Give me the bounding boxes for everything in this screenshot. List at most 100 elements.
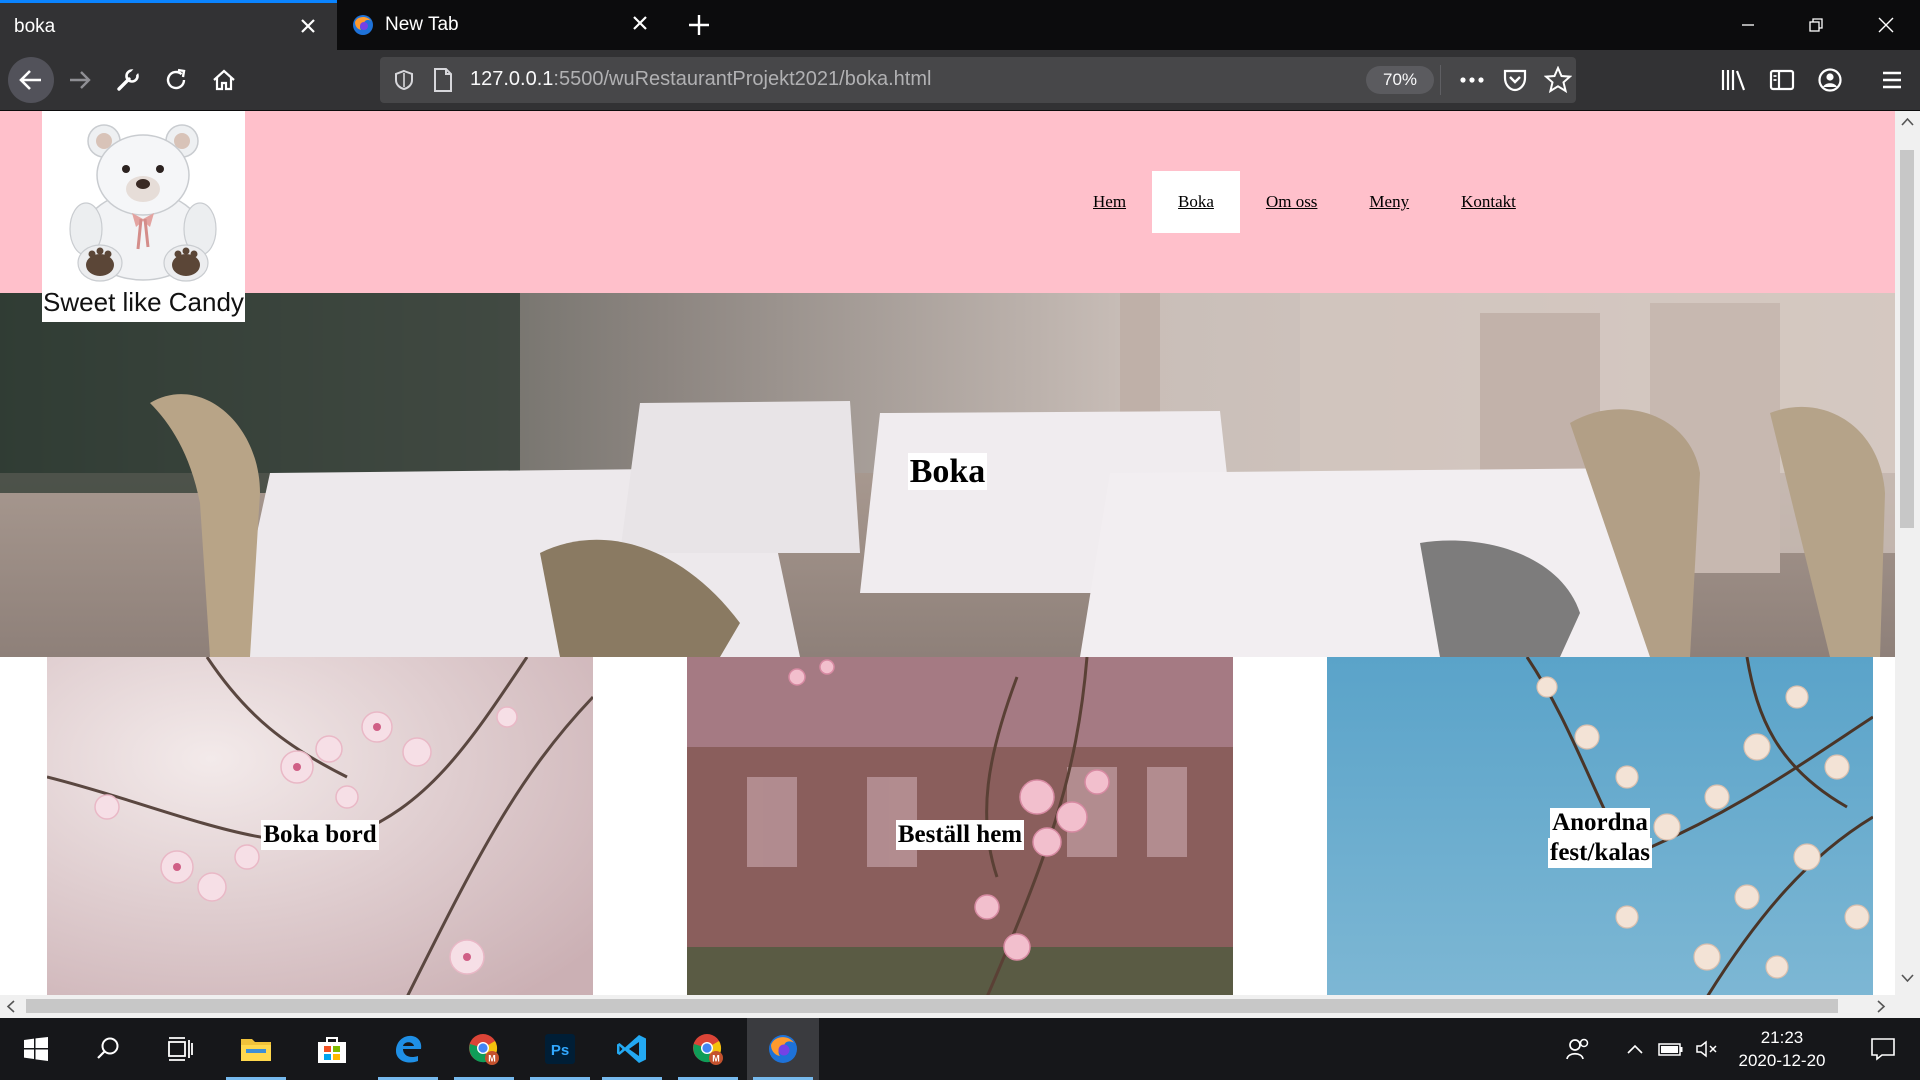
store-bag-icon	[318, 1037, 346, 1063]
start-button[interactable]	[0, 1018, 72, 1080]
hero-banner: Boka	[0, 293, 1895, 657]
battery-icon	[1658, 1043, 1683, 1056]
sidebar-button[interactable]	[1766, 64, 1798, 96]
bookmark-star-icon[interactable]	[1544, 66, 1572, 94]
card-bestall-hem[interactable]: Beställ hem	[687, 657, 1233, 997]
windows-logo-icon	[24, 1037, 48, 1061]
photoshop-icon: Ps	[545, 1034, 575, 1064]
hero-title: Boka	[907, 453, 988, 490]
tab-strip: boka New Tab	[0, 0, 1920, 50]
tab-title: New Tab	[385, 14, 459, 35]
logo-text: Sweet like Candy	[43, 287, 244, 317]
browser-toolbar: 127.0.0.1:5500/wuRestaurantProjekt2021/b…	[0, 50, 1920, 111]
page-viewport: Hem Boka Om oss Meny Kontakt Sweet like …	[0, 111, 1920, 1018]
hamburger-menu-icon	[1883, 71, 1901, 89]
forward-arrow-icon	[70, 71, 91, 89]
chevron-up-icon	[1627, 1044, 1643, 1054]
task-view-button[interactable]	[144, 1018, 216, 1080]
site-nav: Hem Boka Om oss Meny Kontakt	[1067, 171, 1542, 233]
tracking-shield-icon[interactable]	[392, 68, 416, 92]
vertical-scrollbar-thumb[interactable]	[1900, 150, 1914, 528]
tab-boka[interactable]: boka	[0, 0, 337, 50]
devtools-button[interactable]	[112, 64, 144, 96]
scroll-left-arrow-icon[interactable]	[6, 1000, 16, 1013]
back-button[interactable]	[8, 57, 54, 103]
more-actions-icon[interactable]	[1458, 69, 1486, 91]
close-window-button[interactable]	[1852, 0, 1920, 50]
nav-link-meny[interactable]: Meny	[1343, 171, 1435, 233]
account-button[interactable]	[1814, 64, 1846, 96]
card-boka-bord[interactable]: Boka bord	[47, 657, 593, 997]
file-explorer-button[interactable]	[220, 1018, 292, 1080]
url-text[interactable]: 127.0.0.1:5500/wuRestaurantProjekt2021/b…	[470, 68, 931, 91]
close-tab-icon[interactable]	[297, 15, 319, 37]
forward-button[interactable]	[64, 64, 96, 96]
windows-taskbar: M Ps M 21:23 2020-12-20	[0, 1018, 1920, 1080]
show-hidden-icons-button[interactable]	[1620, 1018, 1650, 1080]
clock[interactable]: 21:23 2020-12-20	[1718, 1026, 1846, 1072]
account-icon	[1818, 68, 1842, 92]
address-bar[interactable]: 127.0.0.1:5500/wuRestaurantProjekt2021/b…	[380, 57, 1576, 103]
page-info-icon[interactable]	[432, 67, 454, 93]
horizontal-scrollbar-thumb[interactable]	[26, 999, 1838, 1013]
nav-link-boka[interactable]: Boka	[1152, 171, 1240, 233]
url-host: 127.0.0.1	[470, 68, 554, 90]
card-title: Beställ hem	[895, 820, 1025, 850]
library-button[interactable]	[1718, 64, 1750, 96]
nav-link-kontakt[interactable]: Kontakt	[1435, 171, 1542, 233]
teddy-bear-logo-image	[69, 124, 217, 282]
tab-title: boka	[14, 15, 56, 37]
people-icon	[1566, 1038, 1589, 1060]
close-tab-icon[interactable]	[629, 12, 651, 34]
firefox-taskbar-button[interactable]	[747, 1018, 819, 1080]
tab-new-tab[interactable]: New Tab	[337, 0, 669, 50]
site-logo[interactable]: Sweet like Candy	[42, 111, 245, 322]
close-icon	[1878, 17, 1894, 33]
back-arrow-icon	[19, 70, 41, 90]
people-button[interactable]	[1547, 1018, 1609, 1080]
svg-text:M: M	[488, 1054, 496, 1064]
edge-button[interactable]	[372, 1018, 444, 1080]
site-header: Hem Boka Om oss Meny Kontakt	[0, 111, 1895, 293]
clock-date: 2020-12-20	[1738, 1051, 1826, 1070]
zoom-level-badge[interactable]: 70%	[1366, 66, 1434, 94]
pocket-icon[interactable]	[1502, 67, 1528, 93]
scroll-right-arrow-icon[interactable]	[1876, 1000, 1886, 1013]
task-view-icon	[168, 1037, 193, 1061]
action-center-button[interactable]	[1852, 1018, 1914, 1080]
battery-button[interactable]	[1654, 1018, 1688, 1080]
card-anordna-fest-kalas[interactable]: Anordna fest/kalas	[1327, 657, 1873, 997]
vscode-button[interactable]	[596, 1018, 668, 1080]
scroll-down-arrow-icon[interactable]	[1901, 973, 1914, 983]
home-button[interactable]	[208, 64, 240, 96]
card-title-line2: fest/kalas	[1548, 838, 1652, 868]
card-title: Boka bord	[261, 820, 379, 850]
wrench-icon	[117, 67, 140, 91]
reload-button[interactable]	[160, 64, 192, 96]
nav-link-hem[interactable]: Hem	[1067, 171, 1152, 233]
notification-icon	[1871, 1038, 1895, 1061]
search-button[interactable]	[72, 1018, 144, 1080]
chrome-profile-1-button[interactable]: M	[448, 1018, 520, 1080]
svg-text:Ps: Ps	[551, 1042, 569, 1059]
scroll-up-arrow-icon[interactable]	[1901, 117, 1914, 127]
menu-button[interactable]	[1876, 64, 1908, 96]
photoshop-button[interactable]: Ps	[524, 1018, 596, 1080]
minimize-button[interactable]	[1714, 0, 1782, 50]
url-divider	[1440, 65, 1441, 95]
restore-icon	[1809, 18, 1823, 32]
svg-text:M: M	[712, 1054, 720, 1064]
url-path: :5500/wuRestaurantProjekt2021/boka.html	[553, 68, 932, 90]
vscode-icon	[617, 1035, 646, 1063]
new-tab-plus-icon[interactable]	[686, 12, 712, 38]
chrome-profile-2-button[interactable]: M	[672, 1018, 744, 1080]
microsoft-store-button[interactable]	[296, 1018, 368, 1080]
reload-icon	[166, 68, 186, 90]
clock-time: 21:23	[1760, 1028, 1804, 1047]
search-icon	[97, 1037, 119, 1059]
firefox-icon	[769, 1035, 797, 1063]
card-title-line1: Anordna	[1550, 808, 1650, 838]
volume-muted-icon	[1696, 1040, 1717, 1058]
restore-button[interactable]	[1782, 0, 1850, 50]
nav-link-om-oss[interactable]: Om oss	[1240, 171, 1343, 233]
